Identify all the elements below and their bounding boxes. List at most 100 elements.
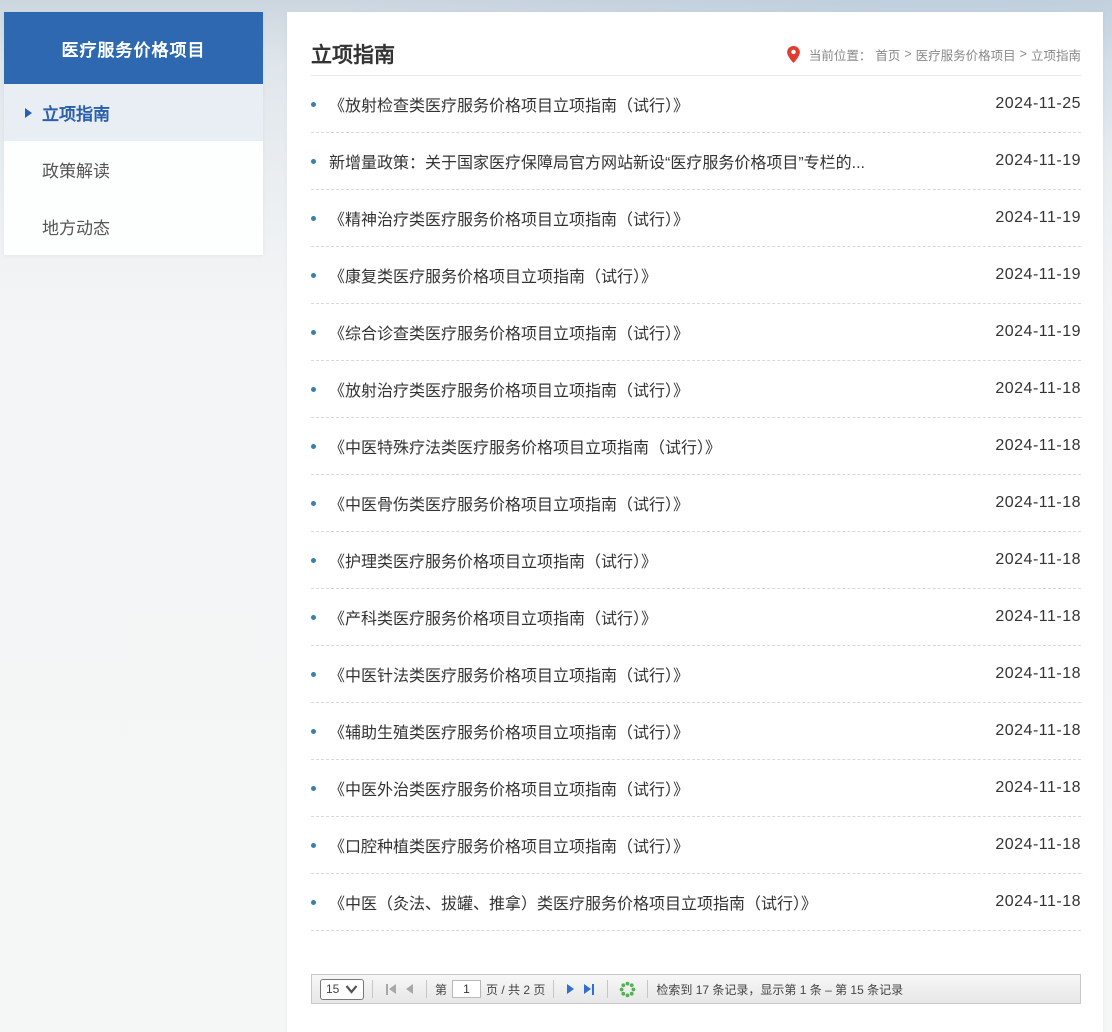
- page-label-suffix: 页 / 共 2 页: [486, 982, 546, 997]
- article-link[interactable]: 《中医（灸法、拔罐、推拿）类医疗服务价格项目立项指南（试行）》: [329, 890, 975, 914]
- list-item: 《口腔种植类医疗服务价格项目立项指南（试行）》 2024-11-18: [311, 817, 1081, 874]
- list-item: 《中医骨伤类医疗服务价格项目立项指南（试行）》 2024-11-18: [311, 475, 1081, 532]
- breadcrumb-home[interactable]: 首页: [875, 45, 900, 64]
- breadcrumb-separator: >: [904, 47, 912, 61]
- article-link[interactable]: 《辅助生殖类医疗服务价格项目立项指南（试行）》: [329, 719, 975, 743]
- reload-icon: [620, 981, 636, 997]
- separator: [372, 980, 373, 998]
- pagination-bar: 15 第 页 / 共 2 页 检索到 17 条记录，显示第 1 条 – 第 15…: [311, 974, 1081, 1004]
- page-size-select[interactable]: 15: [320, 978, 364, 1000]
- list-item: 《放射治疗类医疗服务价格项目立项指南（试行）》 2024-11-18: [311, 361, 1081, 418]
- bullet-icon: [311, 842, 316, 848]
- article-link[interactable]: 《中医针法类医疗服务价格项目立项指南（试行）》: [329, 662, 975, 686]
- article-link[interactable]: 新增量政策：关于国家医疗保障局官方网站新设“医疗服务价格项目”专栏的...: [329, 149, 975, 173]
- pagination-info: 检索到 17 条记录，显示第 1 条 – 第 15 条记录: [656, 982, 904, 997]
- article-date: 2024-11-18: [995, 608, 1081, 625]
- article-link[interactable]: 《中医骨伤类医疗服务价格项目立项指南（试行）》: [329, 491, 975, 515]
- article-date: 2024-11-18: [995, 665, 1081, 682]
- breadcrumb-current: 立项指南: [1030, 48, 1081, 63]
- article-list: 《放射检查类医疗服务价格项目立项指南（试行）》 2024-11-25 新增量政策…: [311, 76, 1081, 931]
- list-item: 《中医特殊疗法类医疗服务价格项目立项指南（试行）》 2024-11-18: [311, 418, 1081, 475]
- separator: [426, 980, 427, 998]
- article-link[interactable]: 《中医特殊疗法类医疗服务价格项目立项指南（试行）》: [329, 434, 975, 458]
- article-date: 2024-11-18: [995, 437, 1081, 454]
- first-page-icon: [386, 983, 388, 995]
- active-arrow-icon: [25, 107, 32, 118]
- list-item: 《放射检查类医疗服务价格项目立项指南（试行）》 2024-11-25: [311, 76, 1081, 133]
- bullet-icon: [311, 329, 316, 335]
- sidebar-item-zhengce-jiedu[interactable]: 政策解读: [4, 141, 263, 198]
- article-link[interactable]: 《精神治疗类医疗服务价格项目立项指南（试行）》: [329, 206, 975, 230]
- bullet-icon: [311, 272, 316, 278]
- article-date: 2024-11-19: [995, 266, 1081, 283]
- last-page-icon: [592, 983, 595, 995]
- bullet-icon: [311, 386, 316, 392]
- first-page-icon: [389, 984, 396, 994]
- sidebar-item-label: 地方动态: [42, 219, 110, 238]
- last-page-button[interactable]: [579, 983, 599, 995]
- list-item: 新增量政策：关于国家医疗保障局官方网站新设“医疗服务价格项目”专栏的... 20…: [311, 133, 1081, 190]
- page-size-value: 15: [326, 982, 340, 996]
- article-date: 2024-11-18: [995, 494, 1081, 511]
- last-page-icon: [584, 984, 592, 994]
- list-item: 《中医针法类医疗服务价格项目立项指南（试行）》 2024-11-18: [311, 646, 1081, 703]
- article-date: 2024-11-18: [995, 779, 1081, 796]
- article-link[interactable]: 《放射检查类医疗服务价格项目立项指南（试行）》: [329, 92, 975, 116]
- main-header: 立项指南 当前位置： 首页 > 医疗服务价格项目 > 立项指南: [311, 12, 1081, 75]
- article-link[interactable]: 《中医外治类医疗服务价格项目立项指南（试行）》: [329, 776, 975, 800]
- page-label-prefix: 第: [435, 982, 448, 997]
- article-link[interactable]: 《护理类医疗服务价格项目立项指南（试行）》: [329, 548, 975, 572]
- separator: [607, 980, 609, 998]
- bullet-icon: [311, 101, 316, 107]
- article-link[interactable]: 《放射治疗类医疗服务价格项目立项指南（试行）》: [329, 377, 975, 401]
- next-page-icon: [567, 984, 575, 994]
- breadcrumb-section[interactable]: 医疗服务价格项目: [916, 45, 1016, 64]
- article-date: 2024-11-18: [995, 551, 1081, 568]
- list-item: 《精神治疗类医疗服务价格项目立项指南（试行）》 2024-11-19: [311, 190, 1081, 247]
- list-item: 《中医外治类医疗服务价格项目立项指南（试行）》 2024-11-18: [311, 760, 1081, 817]
- sidebar-item-label: 政策解读: [42, 162, 110, 181]
- article-date: 2024-11-18: [995, 893, 1081, 910]
- page-number-input[interactable]: [452, 980, 482, 998]
- sidebar-item-label: 立项指南: [42, 105, 110, 124]
- list-item: 《辅助生殖类医疗服务价格项目立项指南（试行）》 2024-11-18: [311, 703, 1081, 760]
- bullet-icon: [311, 215, 316, 221]
- next-page-button[interactable]: [562, 984, 579, 994]
- chevron-down-icon: [345, 984, 358, 994]
- bullet-icon: [311, 728, 316, 734]
- reload-button[interactable]: [616, 981, 639, 998]
- prev-page-button[interactable]: [401, 984, 418, 994]
- bullet-icon: [311, 899, 316, 905]
- article-date: 2024-11-18: [995, 380, 1081, 397]
- bullet-icon: [311, 158, 316, 164]
- list-item: 《综合诊查类医疗服务价格项目立项指南（试行）》 2024-11-19: [311, 304, 1081, 361]
- article-link[interactable]: 《口腔种植类医疗服务价格项目立项指南（试行）》: [329, 833, 975, 857]
- breadcrumb-label: 当前位置：: [808, 48, 872, 63]
- article-date: 2024-11-19: [995, 323, 1081, 340]
- bullet-icon: [311, 785, 316, 791]
- article-link[interactable]: 《康复类医疗服务价格项目立项指南（试行）》: [329, 263, 975, 287]
- page-title: 立项指南: [311, 44, 395, 67]
- sidebar-item-difang-dongtai[interactable]: 地方动态: [4, 198, 263, 255]
- bullet-icon: [311, 557, 316, 563]
- breadcrumb: 当前位置： 首页 > 医疗服务价格项目 > 立项指南: [786, 45, 1081, 64]
- separator: [647, 980, 649, 998]
- prev-page-icon: [406, 984, 413, 994]
- separator: [553, 980, 555, 998]
- location-pin-icon: [786, 45, 800, 63]
- bullet-icon: [311, 671, 316, 677]
- sidebar-title: 医疗服务价格项目: [4, 12, 263, 84]
- bullet-icon: [311, 443, 316, 449]
- list-item: 《康复类医疗服务价格项目立项指南（试行）》 2024-11-19: [311, 247, 1081, 304]
- article-link[interactable]: 《产科类医疗服务价格项目立项指南（试行）》: [329, 605, 975, 629]
- main-panel: 立项指南 当前位置： 首页 > 医疗服务价格项目 > 立项指南 《放射检查类医疗服务…: [287, 12, 1103, 1032]
- list-item: 《护理类医疗服务价格项目立项指南（试行）》 2024-11-18: [311, 532, 1081, 589]
- article-date: 2024-11-18: [995, 722, 1081, 739]
- article-date: 2024-11-19: [995, 152, 1081, 169]
- sidebar-item-lixiang-zhinan[interactable]: 立项指南: [4, 84, 263, 141]
- first-page-button[interactable]: [381, 983, 401, 995]
- bullet-icon: [311, 614, 316, 620]
- article-link[interactable]: 《综合诊查类医疗服务价格项目立项指南（试行）》: [329, 320, 975, 344]
- article-date: 2024-11-25: [995, 95, 1081, 112]
- article-date: 2024-11-19: [995, 209, 1081, 226]
